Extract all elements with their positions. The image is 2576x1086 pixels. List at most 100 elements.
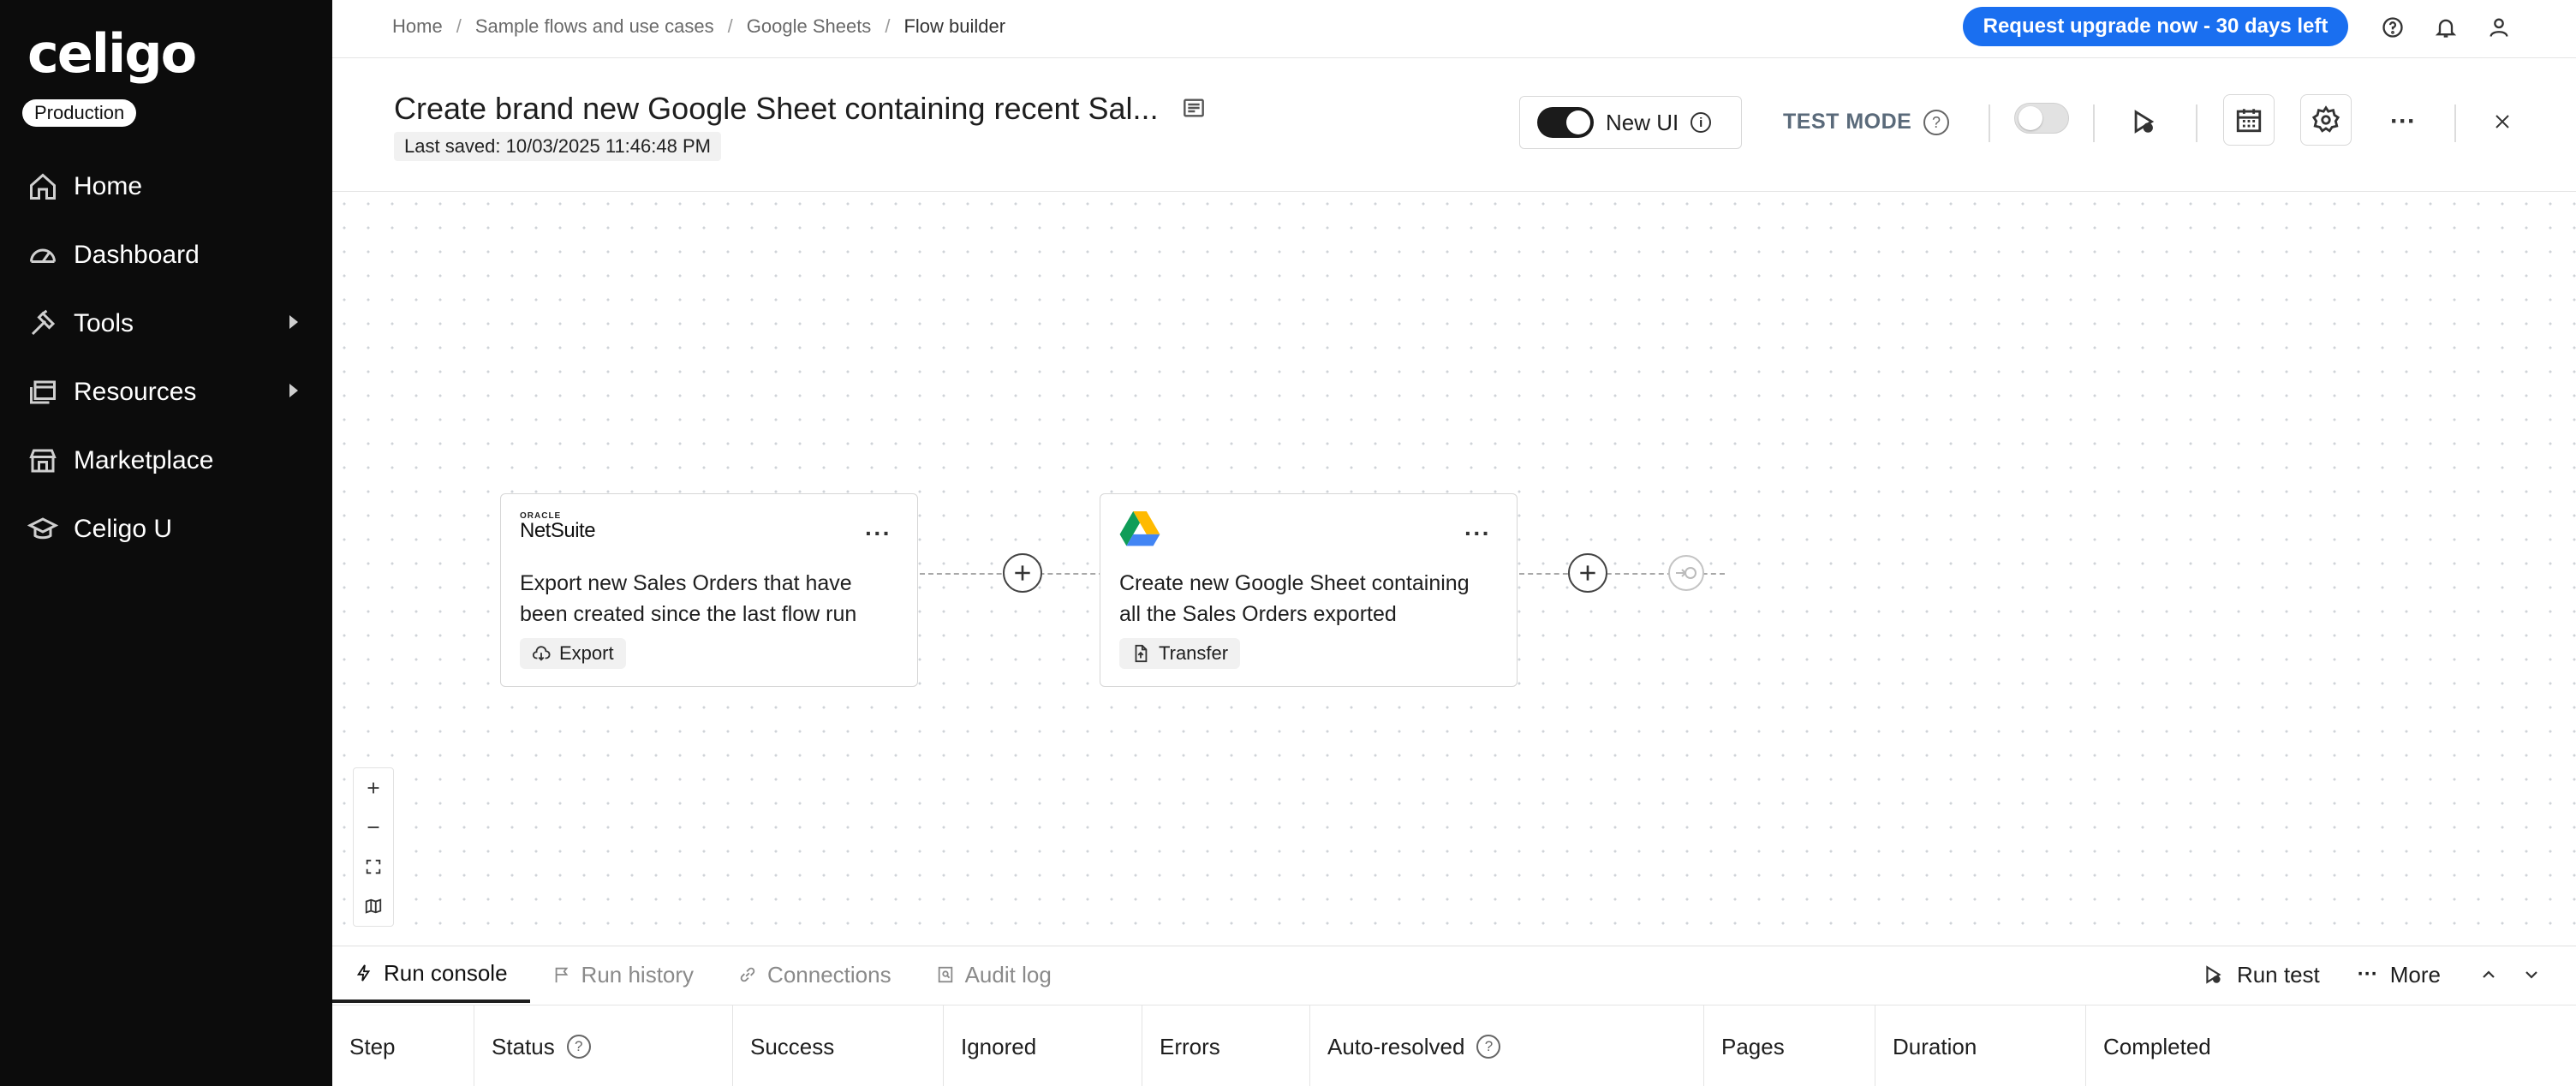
audit-log-icon bbox=[938, 966, 952, 983]
zoom-controls bbox=[353, 767, 394, 927]
home-icon bbox=[26, 170, 60, 204]
step-type-badge: Export bbox=[520, 638, 626, 669]
top-bar: Home / Sample flows and use cases / Goog… bbox=[332, 0, 2576, 58]
add-step-button[interactable] bbox=[1568, 553, 1607, 593]
step-type-label: Transfer bbox=[1159, 642, 1229, 664]
zoom-out-button[interactable] bbox=[354, 808, 393, 847]
test-mode-help-icon[interactable]: ? bbox=[1923, 110, 1949, 135]
run-test-label: Run test bbox=[2236, 961, 2320, 988]
bottom-actions: Run test ··· More bbox=[2203, 946, 2576, 1003]
new-ui-control: New UI i bbox=[1519, 96, 1742, 149]
step-description: Export new Sales Orders that have been c… bbox=[520, 571, 857, 626]
step-description: Create new Google Sheet containing all t… bbox=[1119, 571, 1470, 626]
sidebar-item-home[interactable]: Home bbox=[0, 152, 332, 221]
tab-run-history[interactable]: Run history bbox=[530, 946, 717, 1003]
flow-header: Create brand new Google Sheet containing… bbox=[332, 58, 2576, 192]
expand-panel-button[interactable] bbox=[2478, 964, 2499, 985]
tab-connections[interactable]: Connections bbox=[716, 946, 914, 1003]
more-label: More bbox=[2389, 961, 2441, 988]
flow-title[interactable]: Create brand new Google Sheet containing… bbox=[394, 91, 1159, 127]
sidebar-item-dashboard[interactable]: Dashboard bbox=[0, 221, 332, 289]
fit-view-button[interactable] bbox=[354, 847, 393, 886]
flow-enable-toggle[interactable] bbox=[2014, 103, 2069, 134]
last-saved-label: Last saved: 10/03/2025 11:46:48 PM bbox=[394, 132, 721, 161]
column-header-pages: Pages bbox=[1704, 1005, 1875, 1086]
tab-label: Run history bbox=[581, 961, 695, 988]
step-more-icon[interactable]: ··· bbox=[865, 520, 891, 547]
note-icon[interactable] bbox=[1180, 94, 1208, 122]
environment-badge[interactable]: Production bbox=[22, 99, 137, 127]
file-transfer-icon bbox=[1135, 644, 1148, 663]
tab-audit-log[interactable]: Audit log bbox=[914, 946, 1074, 1003]
bottom-tabs: Run console Run history Connections Audi… bbox=[332, 946, 1074, 1003]
sidebar-item-tools[interactable]: Tools bbox=[0, 289, 332, 358]
sidebar-item-celigo-u[interactable]: Celigo U bbox=[0, 495, 332, 564]
google-drive-icon bbox=[1119, 511, 1160, 546]
netsuite-wordmark: NetSuite bbox=[520, 519, 596, 542]
chevron-down-icon bbox=[2525, 971, 2537, 979]
resources-icon bbox=[26, 375, 60, 409]
request-upgrade-button[interactable]: Request upgrade now - 30 days left bbox=[1963, 7, 2348, 46]
column-header-ignored: Ignored bbox=[944, 1005, 1142, 1086]
flow-end-icon bbox=[1668, 555, 1704, 591]
lightning-icon bbox=[356, 964, 371, 982]
info-icon[interactable]: i bbox=[1690, 112, 1712, 133]
breadcrumb-home[interactable]: Home bbox=[392, 15, 443, 38]
tab-label: Connections bbox=[767, 961, 891, 988]
divider bbox=[2093, 104, 2095, 142]
status-help-icon[interactable]: ? bbox=[566, 1035, 591, 1059]
column-header-completed: Completed bbox=[2103, 1033, 2211, 1059]
run-test-button[interactable]: Run test bbox=[2203, 962, 2320, 988]
caret-right-icon bbox=[289, 384, 298, 397]
cloud-download-icon bbox=[532, 646, 551, 661]
transfer-step-card[interactable]: ··· Create new Google Sheet containing a… bbox=[1100, 493, 1518, 687]
breadcrumb-current: Flow builder bbox=[903, 15, 1006, 37]
collapse-panel-button[interactable] bbox=[2521, 964, 2542, 985]
flow-canvas[interactable]: ORACLE NetSuite ··· Export new Sales Ord… bbox=[332, 192, 2576, 946]
breadcrumb-separator: / bbox=[727, 15, 733, 37]
breadcrumb-separator: / bbox=[885, 15, 891, 37]
netsuite-logo: ORACLE NetSuite bbox=[520, 511, 596, 542]
tab-run-console[interactable]: Run console bbox=[332, 946, 530, 1003]
caret-right-icon bbox=[289, 315, 298, 329]
sidebar-nav: Home Dashboard Tools Resources Marketpla… bbox=[0, 152, 332, 564]
sidebar-item-marketplace[interactable]: Marketplace bbox=[0, 427, 332, 495]
add-step-button[interactable] bbox=[1003, 553, 1042, 593]
run-test-icon bbox=[2206, 965, 2221, 984]
breadcrumb-google-sheets[interactable]: Google Sheets bbox=[747, 15, 872, 38]
sidebar-item-label: Home bbox=[74, 172, 143, 200]
auto-resolved-help-icon[interactable]: ? bbox=[1476, 1035, 1501, 1059]
plus-icon bbox=[1580, 565, 1595, 581]
column-header-duration: Duration bbox=[1875, 1005, 2086, 1086]
celigo-logo[interactable]: celigo bbox=[27, 22, 197, 85]
step-more-icon[interactable]: ··· bbox=[1464, 520, 1491, 547]
column-header-success: Success bbox=[733, 1005, 944, 1086]
settings-gear-icon[interactable] bbox=[2300, 94, 2352, 146]
user-icon[interactable] bbox=[2484, 12, 2514, 43]
breadcrumb: Home / Sample flows and use cases / Goog… bbox=[392, 15, 1005, 38]
help-icon[interactable] bbox=[2377, 12, 2408, 43]
minimap-button[interactable] bbox=[354, 886, 393, 926]
new-ui-toggle[interactable] bbox=[1537, 107, 1594, 138]
more-options-icon[interactable]: ··· bbox=[2377, 96, 2429, 147]
zoom-in-button[interactable] bbox=[354, 768, 393, 808]
breadcrumb-sample-flows[interactable]: Sample flows and use cases bbox=[475, 15, 714, 38]
bell-icon[interactable] bbox=[2430, 12, 2461, 43]
column-header-status: Status? bbox=[474, 1005, 733, 1086]
chevron-up-icon bbox=[2483, 970, 2495, 978]
fullscreen-icon bbox=[366, 859, 381, 874]
sidebar-item-label: Tools bbox=[74, 309, 134, 337]
link-icon bbox=[740, 967, 755, 982]
schedule-calendar-icon[interactable] bbox=[2223, 94, 2275, 146]
export-step-card[interactable]: ORACLE NetSuite ··· Export new Sales Ord… bbox=[500, 493, 918, 687]
divider bbox=[1989, 104, 1990, 142]
more-actions-button[interactable]: ··· More bbox=[2358, 962, 2441, 988]
run-flow-icon[interactable] bbox=[2119, 96, 2170, 147]
close-icon[interactable] bbox=[2477, 96, 2528, 147]
sidebar-item-label: Dashboard bbox=[74, 241, 200, 269]
tab-label: Run console bbox=[384, 959, 508, 986]
dashboard-icon bbox=[26, 238, 60, 272]
column-header-errors: Errors bbox=[1142, 1005, 1310, 1086]
step-type-badge: Transfer bbox=[1119, 638, 1241, 669]
sidebar-item-resources[interactable]: Resources bbox=[0, 358, 332, 427]
